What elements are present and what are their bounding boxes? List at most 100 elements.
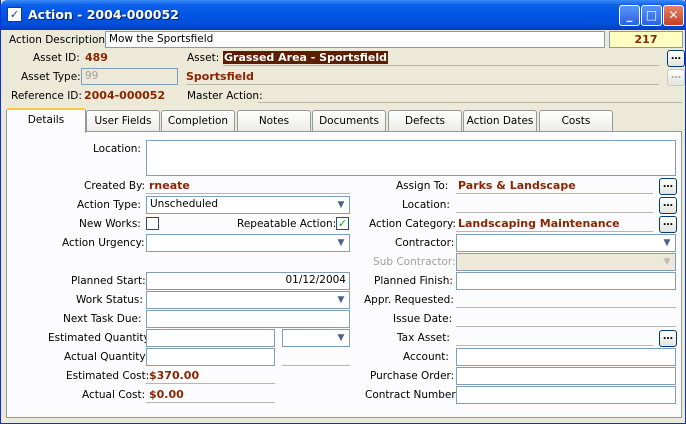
asset-label: Asset:: [187, 52, 220, 64]
action-type-label: Action Type:: [77, 199, 141, 211]
tab-completion[interactable]: Completion: [161, 110, 235, 132]
created-by-label: Created By:: [84, 180, 146, 192]
title-bar[interactable]: ✓ Action - 2004-000052 _ □ ✕: [1, 0, 686, 30]
actual-quantity-field[interactable]: [146, 348, 275, 366]
actual-cost-label: Actual Cost:: [82, 389, 146, 401]
asset-underline: [223, 65, 659, 66]
asset-lookup-button[interactable]: …: [667, 50, 685, 67]
tax-asset-lookup-button[interactable]: …: [659, 330, 677, 347]
action-category-lookup-button[interactable]: …: [659, 216, 677, 233]
estimated-cost-value: $370.00: [149, 369, 200, 382]
contract-number-label: Contract Number:: [365, 389, 460, 401]
purchase-order-field[interactable]: [456, 367, 676, 385]
asset-type-label: Asset Type:: [21, 71, 81, 83]
assign-to-value: Parks & Landscape: [458, 179, 576, 192]
new-works-checkbox[interactable]: [146, 217, 159, 230]
asset-id-label: Asset ID:: [33, 52, 80, 64]
asset-type-name: Sportsfield: [186, 70, 254, 83]
repeatable-action-checkbox[interactable]: ✓: [336, 217, 349, 230]
tab-user-fields[interactable]: User Fields: [86, 110, 160, 132]
planned-finish-field[interactable]: [456, 272, 676, 290]
planned-finish-label: Planned Finish:: [374, 275, 453, 287]
planned-start-field[interactable]: 01/12/2004: [146, 272, 350, 290]
contract-number-field[interactable]: [456, 386, 676, 404]
estimated-cost-label: Estimated Cost:: [66, 370, 150, 382]
asset-id-value: 489: [85, 51, 108, 64]
tab-action-dates[interactable]: Action Dates: [463, 110, 537, 132]
master-action-label: Master Action:: [187, 90, 263, 102]
repeatable-action-label: Repeatable Action:: [237, 218, 337, 230]
estimated-cost-underline: [146, 383, 275, 384]
quantity-unit-select[interactable]: ▼: [282, 329, 350, 347]
location-field[interactable]: [146, 140, 676, 176]
minimize-button[interactable]: _: [619, 5, 640, 26]
location-right-label: Location:: [402, 199, 450, 211]
action-category-underline: [456, 231, 653, 232]
action-category-value: Landscaping Maintenance: [458, 217, 620, 230]
work-status-select[interactable]: ▼: [146, 291, 350, 309]
action-type-selected: Unscheduled: [150, 198, 219, 210]
tab-documents[interactable]: Documents: [312, 110, 386, 132]
action-category-label: Action Category:: [369, 218, 456, 230]
reference-id-value: 2004-000052: [84, 89, 166, 102]
asset-type-field: 99: [81, 68, 178, 85]
actual-quantity-label: Actual Quantity:: [64, 351, 149, 363]
actual-cost-underline: [146, 402, 275, 403]
created-by-underline: [146, 193, 350, 194]
tab-details[interactable]: Details: [6, 108, 86, 133]
master-action-underline: [258, 102, 682, 103]
action-urgency-select[interactable]: ▼: [146, 234, 350, 252]
estimated-quantity-label: Estimated Quantity:: [48, 332, 153, 344]
location-label: Location:: [93, 143, 141, 155]
action-type-select[interactable]: Unscheduled ▼: [146, 196, 350, 214]
issue-date-label: Issue Date:: [393, 313, 453, 325]
window-title: Action - 2004-000052: [28, 7, 179, 22]
chevron-down-icon[interactable]: ▼: [333, 197, 349, 213]
next-task-due-field[interactable]: [146, 310, 350, 328]
actual-quantity-unit-underline: [282, 365, 350, 366]
appr-requested-underline: [456, 307, 676, 308]
action-window: ✓ Action - 2004-000052 _ □ ✕ Action Desc…: [0, 0, 686, 424]
action-count-badge: 217: [609, 31, 683, 48]
contractor-select[interactable]: ▼: [456, 234, 676, 252]
app-check-icon: ✓: [7, 7, 22, 22]
chevron-down-icon[interactable]: ▼: [659, 235, 675, 251]
new-works-label: New Works:: [79, 218, 141, 230]
estimated-quantity-field[interactable]: [146, 329, 275, 347]
chevron-down-icon: ▼: [659, 254, 675, 270]
tab-notes[interactable]: Notes: [237, 110, 311, 132]
appr-requested-label: Appr. Requested:: [364, 294, 454, 306]
purchase-order-label: Purchase Order:: [370, 370, 455, 382]
account-label: Account:: [403, 351, 449, 363]
asset-type-lookup-button: …: [667, 69, 685, 86]
sub-contractor-select: ▼: [456, 253, 676, 271]
tab-costs[interactable]: Costs: [539, 110, 613, 132]
asset-value[interactable]: Grassed Area - Sportsfield: [223, 51, 389, 64]
maximize-button[interactable]: □: [641, 5, 662, 26]
tab-defects[interactable]: Defects: [388, 110, 462, 132]
account-field[interactable]: [456, 348, 676, 366]
next-task-due-label: Next Task Due:: [63, 313, 142, 325]
action-description-field[interactable]: Mow the Sportsfield: [105, 31, 605, 48]
chevron-down-icon[interactable]: ▼: [333, 292, 349, 308]
close-button[interactable]: ✕: [663, 5, 684, 26]
action-description-label: Action Description:: [9, 34, 109, 46]
assign-to-underline: [456, 193, 653, 194]
created-by-value: rneate: [149, 179, 190, 192]
asset-value-text: Grassed Area - Sportsfield: [223, 51, 389, 64]
location-right-underline: [456, 212, 653, 213]
chevron-down-icon[interactable]: ▼: [333, 235, 349, 251]
assign-to-lookup-button[interactable]: …: [659, 178, 677, 195]
asset-type-underline: [186, 84, 659, 85]
assign-to-label: Assign To:: [396, 180, 449, 192]
actual-cost-value: $0.00: [149, 388, 184, 401]
sub-contractor-label: Sub Contractor:: [373, 256, 456, 268]
contractor-label: Contractor:: [395, 237, 455, 249]
chevron-down-icon[interactable]: ▼: [333, 330, 349, 346]
planned-start-label: Planned Start:: [71, 275, 146, 287]
issue-date-underline: [456, 326, 676, 327]
reference-id-label: Reference ID:: [11, 90, 82, 102]
action-urgency-label: Action Urgency:: [62, 237, 145, 249]
tax-asset-underline: [456, 345, 653, 346]
location-lookup-button[interactable]: …: [659, 197, 677, 214]
